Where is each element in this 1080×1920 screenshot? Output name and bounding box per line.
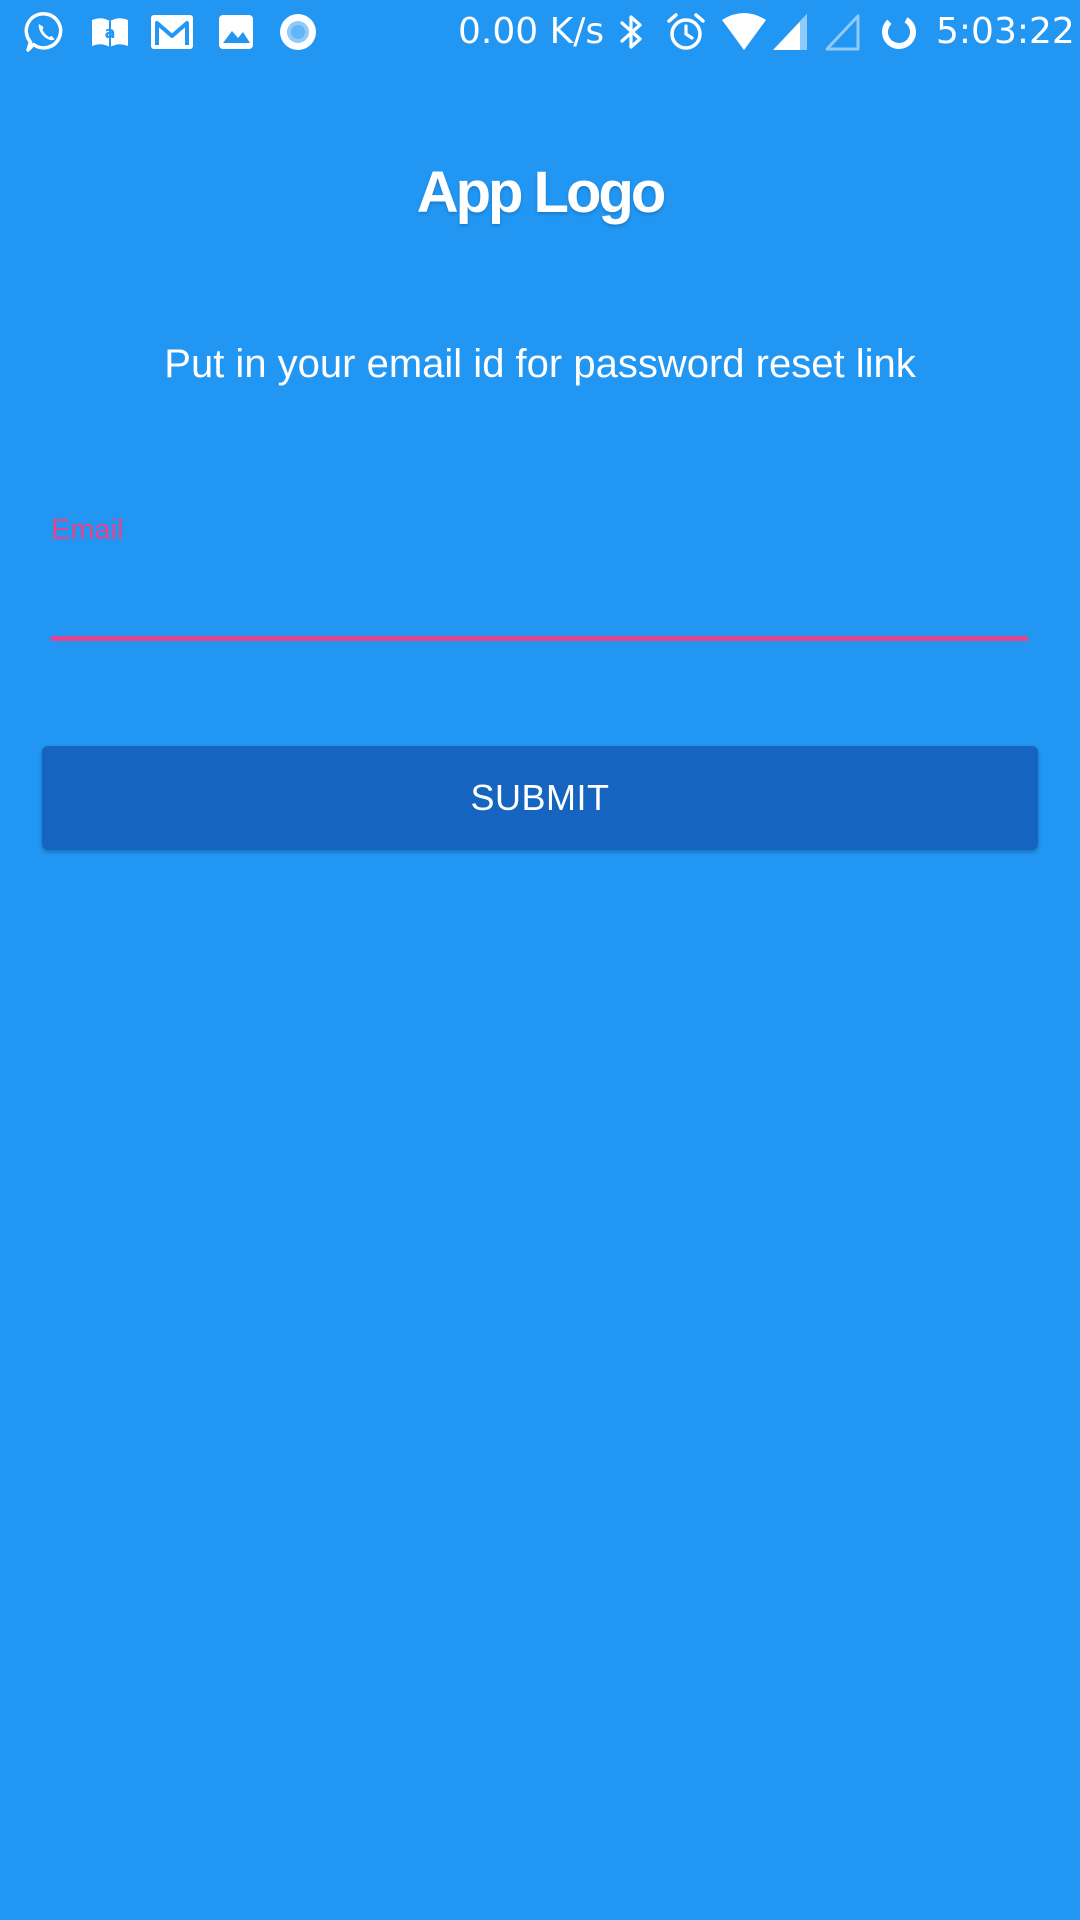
email-label: Email bbox=[51, 514, 124, 546]
submit-button-label: SUBMIT bbox=[470, 777, 610, 818]
sync-icon bbox=[878, 10, 920, 54]
record-icon bbox=[278, 10, 318, 54]
bluetooth-icon bbox=[614, 10, 650, 54]
whatsapp-icon bbox=[22, 10, 70, 54]
email-underline bbox=[51, 636, 1028, 641]
gallery-icon bbox=[216, 10, 256, 54]
signal-icon bbox=[770, 10, 810, 54]
app-logo: App Logo bbox=[416, 160, 667, 225]
clock: 5:03:22 bbox=[936, 11, 1075, 52]
wifi-icon bbox=[720, 10, 768, 54]
status-bar: a 0.00 K/s 5:03:22 bbox=[0, 0, 1080, 64]
amazon-kindle-icon: a bbox=[88, 10, 132, 54]
alarm-icon bbox=[664, 10, 708, 54]
instructions-text: Put in your email id for password reset … bbox=[164, 342, 916, 386]
signal-empty-icon bbox=[822, 10, 862, 54]
gmail-icon bbox=[148, 10, 196, 54]
network-speed: 0.00 K/s bbox=[458, 11, 605, 52]
email-field[interactable]: Email bbox=[51, 500, 1028, 642]
svg-text:a: a bbox=[105, 23, 116, 42]
submit-button[interactable]: SUBMIT bbox=[42, 746, 1038, 850]
email-input[interactable] bbox=[51, 560, 1028, 630]
